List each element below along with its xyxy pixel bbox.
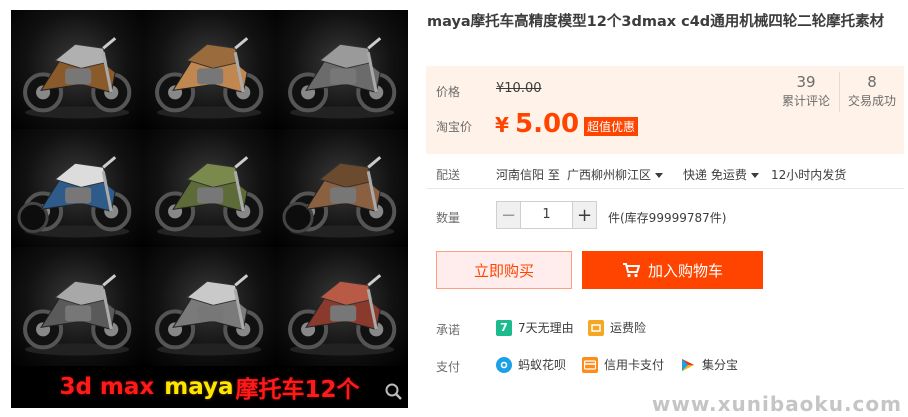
motorcycle-tile	[275, 10, 408, 129]
original-price: ¥10.00	[496, 81, 542, 96]
zoom-icon[interactable]	[384, 382, 404, 402]
promise-item-return[interactable]: 7 7天无理由	[496, 319, 574, 336]
promise-text: 7天无理由	[518, 321, 574, 335]
payment-label: 支付	[436, 360, 461, 374]
shipping-origin: 河南信阳 至	[496, 168, 560, 182]
divider	[426, 188, 904, 189]
product-image[interactable]: 3d max maya 摩托车12个	[11, 10, 408, 408]
credit-card-icon	[582, 356, 598, 373]
payment-item-jifenbao[interactable]: 集分宝	[680, 356, 738, 373]
payment-text: 集分宝	[702, 358, 739, 372]
promise-item-insurance[interactable]: 运费险	[588, 319, 646, 336]
product-title: maya摩托车高精度模型12个3dmax c4d通用机械四轮二轮摩托素材	[427, 14, 885, 30]
stock-text: 件(库存99999787件)	[608, 211, 727, 225]
promo-badge: 超值优惠	[584, 117, 639, 136]
motorcycle-tile	[143, 128, 276, 248]
payment-item-credit-card[interactable]: 信用卡支付	[582, 356, 664, 373]
dispatch-time: 12小时内发货	[771, 168, 847, 182]
promise-text: 运费险	[610, 321, 647, 335]
jifenbao-icon	[680, 357, 696, 373]
sales-count: 8	[867, 73, 877, 91]
current-price: 5.00	[515, 109, 580, 139]
stat-divider	[839, 72, 840, 112]
quantity-decrease-button[interactable]: −	[496, 201, 521, 229]
payment-item-huabei[interactable]: 蚂蚁花呗	[496, 356, 566, 373]
shipping-method-text: 快递 免运费	[683, 168, 747, 182]
price-panel: 价格 ¥10.00 淘宝价 ¥ 5.00 超值优惠 39 累计评论 8 交易成功	[426, 66, 904, 154]
caption-motorcycles: 摩托车12个	[235, 377, 360, 403]
shipping-insurance-icon	[588, 319, 604, 336]
quantity-label: 数量	[436, 211, 461, 225]
currency-symbol: ¥	[495, 113, 509, 137]
motorcycle-tile	[275, 247, 408, 366]
shipping-method-select[interactable]: 快递 免运费	[683, 166, 759, 183]
destination-select[interactable]: 广西柳州柳江区	[567, 166, 664, 183]
motorcycle-tile	[11, 247, 144, 366]
sales-label: 交易成功	[847, 94, 896, 108]
quantity-increase-button[interactable]: +	[572, 201, 597, 229]
reviews-stat[interactable]: 39 累计评论	[779, 72, 833, 110]
motorcycle-tile	[143, 247, 276, 366]
payment-text: 信用卡支付	[604, 358, 665, 372]
reviews-count: 39	[796, 73, 816, 91]
buy-now-button[interactable]: 立即购买	[436, 251, 572, 289]
promise-label: 承诺	[436, 323, 461, 337]
caption-maya: maya	[164, 374, 234, 400]
reviews-label: 累计评论	[781, 94, 830, 108]
chevron-down-icon	[750, 173, 759, 178]
motorcycle-tile	[11, 128, 144, 248]
sales-stat: 8 交易成功	[845, 72, 899, 110]
destination-text: 广西柳州柳江区	[567, 168, 652, 182]
payment-text: 蚂蚁花呗	[518, 358, 567, 372]
motorcycle-tile	[11, 10, 144, 129]
motorcycle-tile	[143, 10, 276, 129]
quantity-input[interactable]: 1	[521, 201, 572, 229]
watermark: www.xunibaoku.com	[651, 392, 902, 416]
motorcycle-grid	[11, 10, 408, 366]
motorcycle-tile	[275, 128, 408, 248]
add-to-cart-button[interactable]: 加入购物车	[582, 251, 763, 289]
chevron-down-icon	[655, 173, 664, 178]
cart-icon	[622, 263, 640, 278]
image-caption: 3d max maya 摩托车12个	[11, 366, 408, 408]
add-to-cart-label: 加入购物车	[647, 261, 723, 280]
caption-3dmax: 3d max	[59, 374, 155, 400]
shipping-label: 配送	[436, 168, 461, 182]
taobao-price-label: 淘宝价	[436, 120, 473, 134]
seven-day-return-icon: 7	[496, 319, 512, 336]
price-label: 价格	[436, 85, 461, 99]
huabei-icon	[496, 356, 512, 373]
